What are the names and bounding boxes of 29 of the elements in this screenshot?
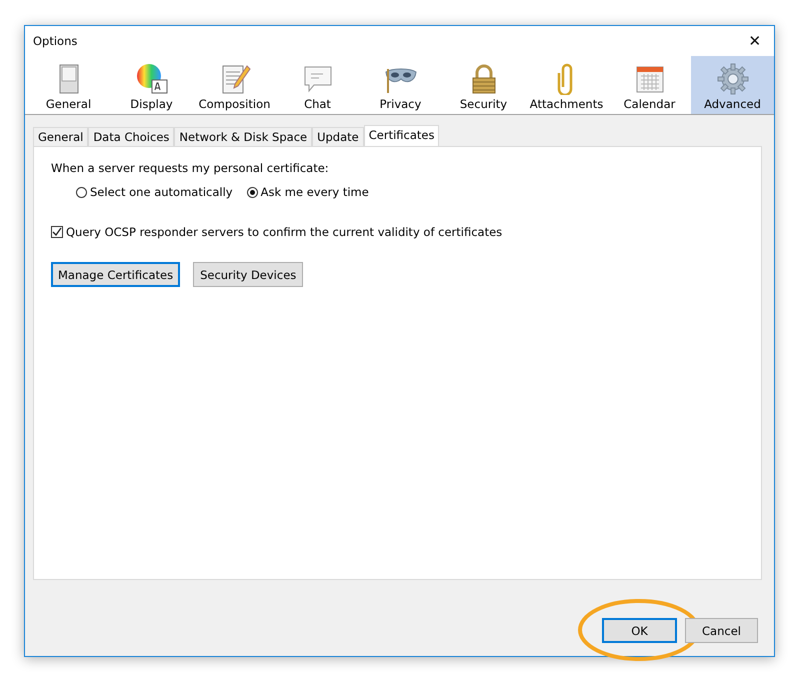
tab[interactable]: Certificates xyxy=(364,125,440,146)
ok-button[interactable]: OK xyxy=(602,618,677,643)
dialog-button[interactable]: Manage Certificates xyxy=(51,262,180,287)
category-button[interactable]: Calendar xyxy=(608,56,691,114)
category-button[interactable]: Display xyxy=(110,56,193,114)
category-button[interactable]: General xyxy=(27,56,110,114)
color-wheel-icon xyxy=(136,63,168,95)
checkbox-label: Query OCSP responder servers to confirm the current validity of certificates xyxy=(66,225,502,239)
checkbox[interactable] xyxy=(51,226,63,238)
tab[interactable]: Data Choices xyxy=(88,127,174,146)
dialog-button[interactable]: Security Devices xyxy=(193,262,304,287)
window-title: Options xyxy=(33,34,78,48)
category-button[interactable]: Privacy xyxy=(359,56,442,114)
radio-button[interactable] xyxy=(76,186,87,198)
category-button[interactable]: Chat xyxy=(276,56,359,114)
category-button[interactable]: Security xyxy=(442,56,525,114)
category-button[interactable]: Advanced xyxy=(691,56,774,114)
tab[interactable]: Update xyxy=(312,127,364,146)
category-button[interactable]: Attachments xyxy=(525,56,608,114)
cancel-button[interactable]: Cancel xyxy=(685,618,758,643)
radio-button[interactable] xyxy=(246,186,258,198)
certificate-prompt: When a server requests my personal certificate: xyxy=(51,161,330,175)
gear-icon xyxy=(716,63,748,95)
tab[interactable]: General xyxy=(33,127,88,146)
category-button[interactable]: Composition xyxy=(193,56,276,114)
close-button[interactable]: ✕ xyxy=(740,26,770,56)
tab[interactable]: Network & Disk Space xyxy=(174,127,312,146)
radio-label: Select one automatically xyxy=(90,185,233,199)
radio-label: Ask me every time xyxy=(260,185,369,199)
